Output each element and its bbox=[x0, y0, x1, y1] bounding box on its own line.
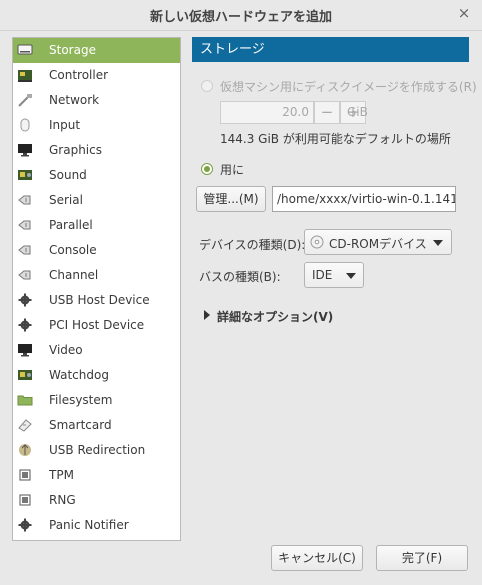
device-type-label: デバイスの種類(D): bbox=[199, 238, 306, 252]
sidebar-item-sound[interactable]: Sound bbox=[13, 163, 180, 188]
sidebar-item-label: TPM bbox=[49, 468, 74, 482]
sidebar-item-label: USB Host Device bbox=[49, 293, 150, 307]
parallel-plug-icon bbox=[18, 220, 31, 230]
sidebar-item-input[interactable]: Input bbox=[13, 113, 180, 138]
monitor-icon bbox=[18, 144, 32, 157]
sidebar-item-smartcard[interactable]: Smartcard bbox=[13, 413, 180, 438]
network-icon bbox=[18, 94, 32, 107]
sidebar-item-label: Watchdog bbox=[49, 368, 109, 382]
sidebar-item-usb-host-device[interactable]: USB Host Device bbox=[13, 288, 180, 313]
controller-icon bbox=[18, 70, 32, 82]
sidebar-item-serial[interactable]: Serial bbox=[13, 188, 180, 213]
mouse-icon bbox=[20, 118, 30, 132]
sidebar-item-label: Sound bbox=[49, 168, 87, 182]
sidebar-item-label: Channel bbox=[49, 268, 99, 282]
sidebar-item-label: RNG bbox=[49, 493, 76, 507]
sidebar-item-storage[interactable]: Storage bbox=[13, 38, 180, 63]
channel-plug-icon bbox=[18, 270, 31, 280]
usb-redirect-icon bbox=[19, 444, 31, 456]
sidebar-item-video[interactable]: Video bbox=[13, 338, 180, 363]
chevron-down-icon bbox=[433, 240, 443, 246]
rng-chip-icon bbox=[19, 494, 31, 506]
usb-gear-icon bbox=[18, 293, 32, 307]
device-type-select[interactable]: CD-ROMデバイス bbox=[304, 229, 452, 255]
sidebar-item-network[interactable]: Network bbox=[13, 88, 180, 113]
advanced-options-expander[interactable]: 詳細なオプション(V) bbox=[200, 308, 340, 324]
sidebar-item-label: Smartcard bbox=[49, 418, 112, 432]
sidebar-item-label: Console bbox=[49, 243, 97, 257]
sidebar-item-label: USB Redirection bbox=[49, 443, 146, 457]
sidebar-item-label: Panic Notifier bbox=[49, 518, 129, 532]
hardware-type-list: Storage Controller Network Input Graphic… bbox=[12, 37, 181, 541]
serial-plug-icon bbox=[18, 195, 31, 205]
sidebar-item-usb-redirection[interactable]: USB Redirection bbox=[13, 438, 180, 463]
section-header-label: ストレージ bbox=[200, 42, 265, 57]
storage-icon bbox=[17, 44, 33, 55]
console-plug-icon bbox=[18, 245, 31, 255]
sidebar-item-label: Video bbox=[49, 343, 83, 357]
panic-gear-icon bbox=[18, 518, 32, 532]
size-decrement-button[interactable]: − bbox=[314, 101, 340, 124]
close-icon[interactable]: × bbox=[456, 5, 472, 21]
custom-storage-radio[interactable] bbox=[201, 163, 213, 175]
create-image-label: 仮想マシン用にディスクイメージを作成する(R) bbox=[220, 80, 477, 94]
watchdog-card-icon bbox=[18, 370, 32, 380]
sidebar-item-label: Network bbox=[49, 93, 100, 107]
sidebar-item-controller[interactable]: Controller bbox=[13, 63, 180, 88]
sidebar-item-label: Controller bbox=[49, 68, 109, 82]
sound-card-icon bbox=[18, 170, 32, 180]
advanced-options-label: 詳細なオプション(V) bbox=[217, 310, 334, 324]
expander-arrow-icon bbox=[204, 310, 210, 320]
cdrom-icon bbox=[310, 235, 324, 249]
sidebar-item-label: Serial bbox=[49, 193, 83, 207]
device-type-value: CD-ROMデバイス bbox=[329, 237, 427, 251]
pci-gear-icon bbox=[18, 318, 32, 332]
tpm-chip-icon bbox=[19, 469, 31, 481]
finish-button[interactable]: 完了(F) bbox=[376, 545, 468, 571]
video-monitor-icon bbox=[18, 344, 32, 357]
sidebar-item-channel[interactable]: Channel bbox=[13, 263, 180, 288]
sidebar-item-filesystem[interactable]: Filesystem bbox=[13, 388, 180, 413]
sidebar-item-graphics[interactable]: Graphics bbox=[13, 138, 180, 163]
free-space-text: 144.3 GiB が利用可能なデフォルトの場所 bbox=[220, 132, 451, 146]
chevron-down-icon bbox=[346, 273, 356, 279]
sidebar-item-parallel[interactable]: Parallel bbox=[13, 213, 180, 238]
sidebar-item-panic-notifier[interactable]: Panic Notifier bbox=[13, 513, 180, 538]
custom-storage-label: 用に bbox=[220, 163, 245, 177]
title-bar: 新しい仮想ハードウェアを追加 × bbox=[0, 0, 482, 31]
bus-type-select[interactable]: IDE bbox=[304, 262, 364, 288]
cancel-button[interactable]: キャンセル(C) bbox=[271, 545, 363, 571]
sidebar-item-rng[interactable]: RNG bbox=[13, 488, 180, 513]
disk-size-input[interactable]: 20.0 bbox=[220, 101, 314, 124]
sidebar-item-label: Filesystem bbox=[49, 393, 113, 407]
sidebar-item-label: Input bbox=[49, 118, 81, 132]
size-unit-label: GiB bbox=[347, 105, 368, 119]
bus-type-value: IDE bbox=[312, 268, 333, 282]
sidebar-item-tpm[interactable]: TPM bbox=[13, 463, 180, 488]
sidebar-item-label: Storage bbox=[49, 43, 96, 57]
sidebar-item-console[interactable]: Console bbox=[13, 238, 180, 263]
storage-path-input[interactable]: /home/xxxx/virtio-win-0.1.141.iso bbox=[272, 186, 456, 212]
sidebar-item-label: PCI Host Device bbox=[49, 318, 145, 332]
window-title: 新しい仮想ハードウェアを追加 bbox=[149, 10, 332, 25]
smartcard-icon bbox=[18, 419, 32, 432]
sidebar-item-label: Parallel bbox=[49, 218, 93, 232]
sidebar-item-label: Graphics bbox=[49, 143, 102, 157]
sidebar-item-pci-host-device[interactable]: PCI Host Device bbox=[13, 313, 180, 338]
folder-icon bbox=[17, 395, 33, 406]
section-header: ストレージ bbox=[192, 37, 469, 62]
create-image-radio[interactable] bbox=[201, 80, 213, 92]
sidebar-item-watchdog[interactable]: Watchdog bbox=[13, 363, 180, 388]
bus-type-label: バスの種類(B): bbox=[199, 270, 281, 284]
manage-button[interactable]: 管理...(M) bbox=[196, 186, 266, 212]
